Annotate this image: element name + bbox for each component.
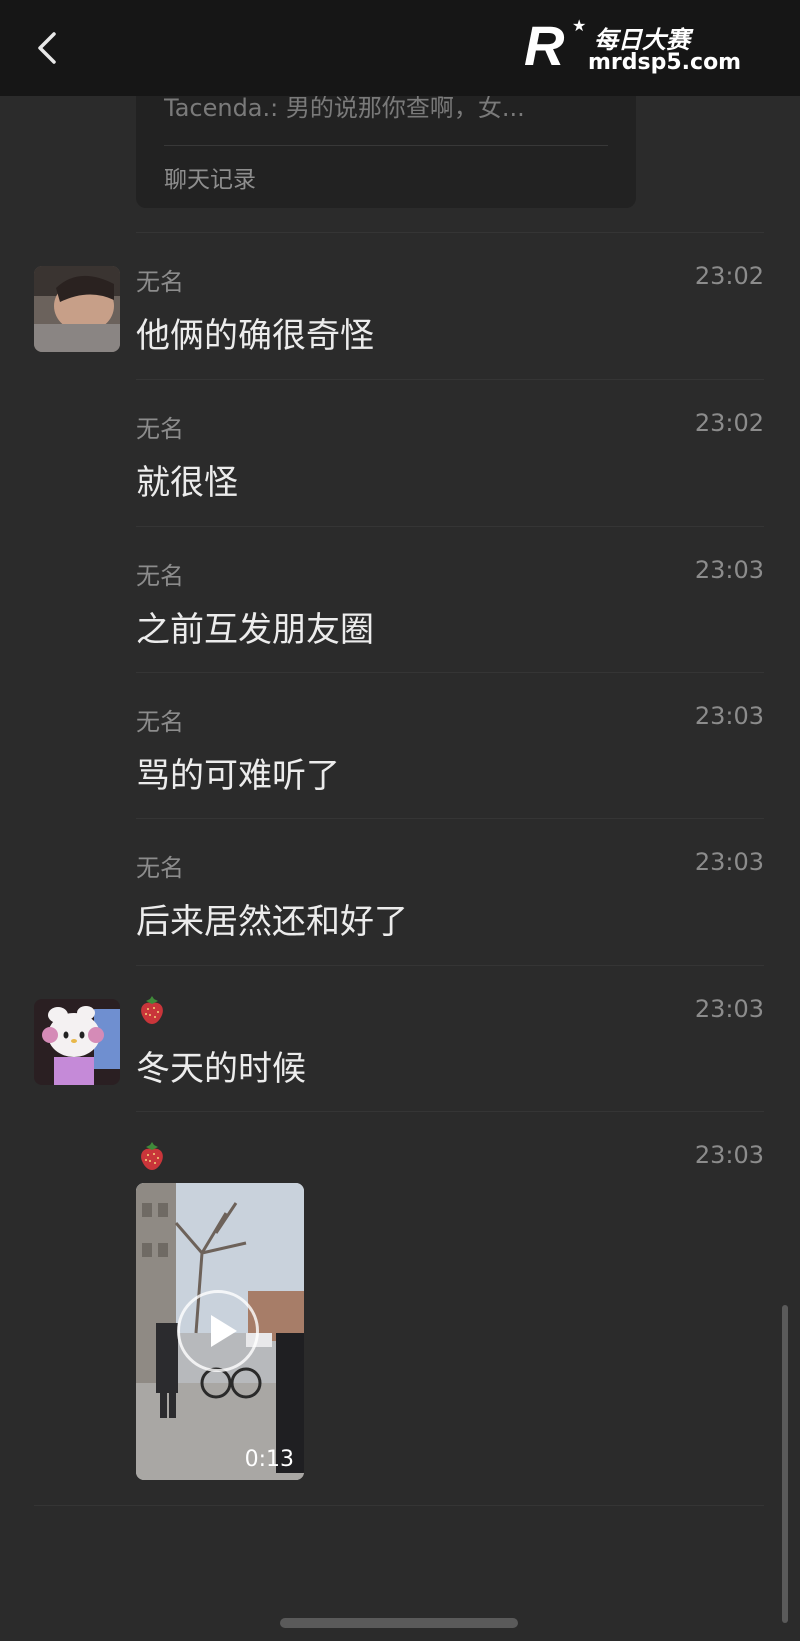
- back-chevron-icon[interactable]: [28, 28, 68, 68]
- message-time: 23:03: [694, 556, 764, 584]
- divider: [136, 379, 764, 380]
- star-icon: ★: [572, 16, 587, 35]
- divider: [136, 965, 764, 966]
- sender-name: 无名: [136, 268, 184, 296]
- video-duration: 0:13: [244, 1447, 294, 1472]
- message-time: 23:02: [694, 409, 764, 437]
- divider: [136, 232, 764, 233]
- message-row: 无名 23:02 就很怪: [0, 383, 800, 529]
- message-text[interactable]: 冬天的时候: [136, 1041, 306, 1090]
- message-text[interactable]: 骂的可难听了: [136, 748, 340, 797]
- strawberry-icon: [141, 1142, 163, 1170]
- divider: [136, 818, 764, 819]
- message-row: 无名 23:02 他俩的确很奇怪: [0, 236, 800, 382]
- watermark-logo-letter: R: [524, 14, 564, 77]
- message-time: 23:03: [694, 1141, 764, 1169]
- home-indicator[interactable]: [280, 1618, 518, 1628]
- divider: [136, 1111, 764, 1112]
- sender-name: 无名: [136, 415, 184, 443]
- message-row: 23:03 冬天的时候: [0, 969, 800, 1115]
- sender-name: 无名: [136, 562, 184, 590]
- message-time: 23:02: [694, 262, 764, 290]
- sender-name: 无名: [136, 854, 184, 882]
- divider: [136, 526, 764, 527]
- video-message[interactable]: 0:13: [136, 1183, 304, 1480]
- message-row: 23:03: [0, 1115, 800, 1261]
- sender-name: 无名: [136, 708, 184, 736]
- play-icon[interactable]: [177, 1290, 259, 1372]
- scrollbar[interactable]: [782, 1305, 788, 1623]
- message-text[interactable]: 之前互发朋友圈: [136, 602, 374, 651]
- message-text[interactable]: 就很怪: [136, 455, 238, 504]
- avatar[interactable]: [34, 266, 120, 352]
- divider: [34, 1505, 764, 1506]
- message-time: 23:03: [694, 702, 764, 730]
- watermark-logo: R ★ 每日大赛 mrdsp5.com: [524, 14, 774, 78]
- message-time: 23:03: [694, 848, 764, 876]
- chat-record-label: 聊天记录: [164, 167, 256, 193]
- top-bar: R ★ 每日大赛 mrdsp5.com: [0, 0, 800, 96]
- message-time: 23:03: [694, 995, 764, 1023]
- watermark-url: mrdsp5.com: [588, 50, 742, 75]
- divider: [136, 672, 764, 673]
- message-row: 无名 23:03 之前互发朋友圈: [0, 530, 800, 676]
- message-text[interactable]: 后来居然还和好了: [136, 894, 408, 943]
- message-row: 无名 23:03 后来居然还和好了: [0, 822, 800, 968]
- avatar[interactable]: [34, 999, 120, 1085]
- message-row: 无名 23:03 骂的可难听了: [0, 676, 800, 822]
- message-text[interactable]: 他俩的确很奇怪: [136, 308, 374, 357]
- strawberry-icon: [141, 996, 163, 1024]
- divider: [164, 145, 608, 146]
